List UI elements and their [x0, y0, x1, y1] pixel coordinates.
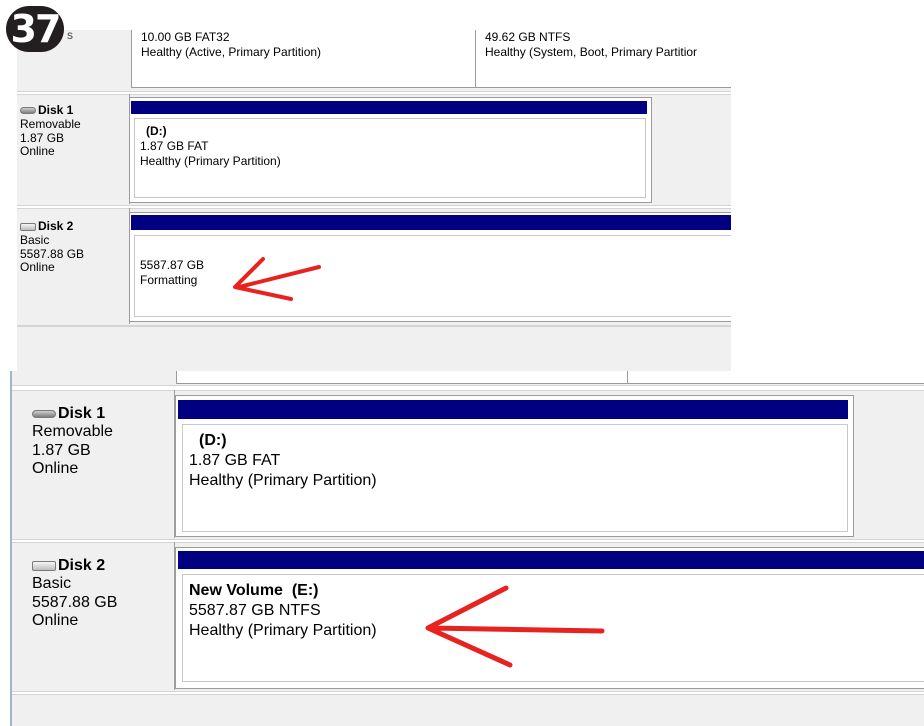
disk-1-name-bottom: Disk 1 [58, 405, 106, 422]
volume-new-status: Formatting [140, 273, 198, 287]
partial-volume-system-status: Healthy (System, Boot, Primary Partitior [485, 45, 698, 59]
disk-1-state: Online [20, 144, 55, 159]
volume-e-status-bottom: Healthy (Primary Partition) [189, 622, 377, 639]
volume-new-bar [131, 215, 731, 230]
disk-2-name: Disk 2 [38, 219, 74, 233]
disk-2-type-bottom: Basic [32, 575, 72, 593]
volume-d-title-bottom: (D:) [199, 432, 227, 449]
volume-e-text-bottom: New Volume (E:) 5587.87 GB NTFS Healthy … [189, 581, 377, 641]
arrow-icon [233, 257, 321, 301]
removable-disk-icon [32, 410, 56, 419]
disk-1-type: Removable [20, 116, 81, 131]
partial-volume-c-status: Healthy (Active, Primary Partition) [141, 45, 322, 59]
basic-disk-icon [32, 561, 56, 572]
volume-d-bar-bottom [178, 400, 848, 419]
volume-d-text-bottom: (D:) 1.87 GB FAT Healthy (Primary Partit… [189, 431, 377, 491]
volume-e-title-bottom: New Volume (E:) [189, 582, 319, 599]
volume-e-bar-bottom [178, 551, 924, 569]
volume-d-text: (D:) 1.87 GB FAT Healthy (Primary Partit… [140, 124, 281, 169]
disk-2-info[interactable]: Disk 2 Basic 5587.88 GB Online [20, 219, 85, 275]
bottom-screenshot: Disk 1 Removable 1.87 GB Online (D:) 1.8… [10, 371, 924, 726]
disk-1-size-bottom: 1.87 GB [32, 441, 91, 459]
disk-1-size: 1.87 GB [20, 130, 65, 145]
volume-d-bar [131, 101, 647, 114]
disk-2-size-bottom: 5587.88 GB [32, 593, 118, 611]
disk-2-info-bottom[interactable]: Disk 2 Basic 5587.88 GB Online [32, 557, 117, 631]
volume-d-size: 1.87 GB FAT [140, 139, 209, 153]
disk-2-name-bottom: Disk 2 [58, 557, 106, 574]
top-empty-area [17, 326, 731, 371]
volume-d-size-bottom: 1.87 GB FAT [189, 452, 281, 469]
disk-2-state: Online [20, 260, 55, 275]
disk-2-size: 5587.88 GB [20, 246, 85, 261]
disk-1-title-bottom: Disk 1 [32, 405, 113, 423]
disk-1-info[interactable]: Disk 1 Removable 1.87 GB Online [20, 103, 81, 159]
volume-new-size: 5587.87 GB [140, 258, 205, 272]
disk-1-info-bottom[interactable]: Disk 1 Removable 1.87 GB Online [32, 405, 113, 479]
disk-1-name: Disk 1 [38, 103, 74, 117]
partial-volume-c-size: 10.00 GB FAT32 [141, 30, 230, 44]
partial-volume-c-bottom[interactable] [176, 371, 629, 384]
removable-disk-icon [20, 107, 36, 115]
volume-d-title: (D:) [146, 124, 167, 138]
disk-1-state-bottom: Online [32, 460, 79, 478]
basic-disk-icon [20, 222, 36, 231]
step-number-badge: 37 [6, 6, 64, 52]
volume-e-size-bottom: 5587.87 GB NTFS [189, 602, 321, 619]
disk-2-state-bottom: Online [32, 612, 79, 630]
bottom-empty-area [12, 694, 924, 726]
partial-volume-system-text: 49.62 GB NTFS Healthy (System, Boot, Pri… [485, 30, 697, 60]
volume-d-status: Healthy (Primary Partition) [140, 154, 281, 168]
disk-1-title: Disk 1 [20, 103, 81, 118]
partial-volume-c-text: 10.00 GB FAT32 Healthy (Active, Primary … [141, 30, 321, 60]
partial-volume-system-bottom[interactable] [627, 371, 924, 384]
disk-2-title-bottom: Disk 2 [32, 557, 117, 575]
top-screenshot: s 10.00 GB FAT32 Healthy (Active, Primar… [17, 30, 731, 371]
arrow-icon [425, 585, 605, 668]
disk-1-type-bottom: Removable [32, 423, 113, 441]
disk-2-type: Basic [20, 232, 50, 247]
volume-new-text: 5587.87 GB Formatting [140, 258, 204, 288]
partial-volume-system-size: 49.62 GB NTFS [485, 30, 571, 44]
volume-d-status-bottom: Healthy (Primary Partition) [189, 472, 377, 489]
disk-2-title: Disk 2 [20, 219, 84, 234]
partial-disk-suffix: s [67, 30, 73, 42]
